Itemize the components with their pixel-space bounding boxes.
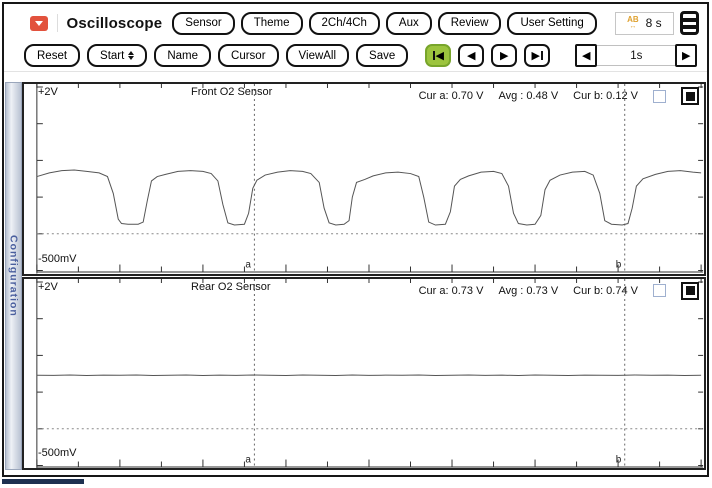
aux-button[interactable]: Aux <box>386 12 432 35</box>
step-back-icon: ◀ <box>467 49 475 62</box>
avg-readout: Avg : 0.73 V <box>498 285 558 297</box>
step-forward-icon: ▶ <box>500 49 508 62</box>
svg-text:b: b <box>616 454 622 465</box>
skip-start-icon <box>433 51 435 60</box>
y-min-label: -500mV <box>38 447 77 459</box>
user-setting-button[interactable]: User Setting <box>507 12 596 35</box>
total-time-display: AB ↔ 8 s <box>615 12 674 35</box>
configuration-tab-label: Configuration <box>8 235 20 317</box>
save-button[interactable]: Save <box>356 44 408 67</box>
cursor-button[interactable]: Cursor <box>218 44 279 67</box>
measurement-row: Cur a: 0.73 V Avg : 0.73 V Cur b: 0.74 V <box>419 282 699 300</box>
skip-to-end-button[interactable]: ▶ <box>524 44 550 67</box>
main-area: Configuration +2V Front O2 Sensor Cur a:… <box>5 82 706 470</box>
channel-title: Rear O2 Sensor <box>191 281 270 293</box>
y-max-label: +2V <box>38 86 58 98</box>
timebase-value: 1s <box>597 45 675 66</box>
skip-end-icon <box>541 51 543 60</box>
menu-icon[interactable] <box>680 11 699 35</box>
toolbar: Reset Start Name Cursor ViewAll Save ◀ ◀… <box>4 40 707 72</box>
name-button[interactable]: Name <box>154 44 211 67</box>
start-button[interactable]: Start <box>87 44 147 67</box>
configuration-tab[interactable]: Configuration <box>5 82 22 470</box>
sensor-button[interactable]: Sensor <box>172 12 234 35</box>
y-min-label: -500mV <box>38 253 77 265</box>
app-title: Oscilloscope <box>67 15 163 32</box>
timebase-group: ◀ 1s ▶ <box>575 44 697 67</box>
bottom-bar-fragment <box>2 479 84 484</box>
channel-panel-front-o2: +2V Front O2 Sensor Cur a: 0.70 V Avg : … <box>22 82 706 276</box>
channel-panel-rear-o2: +2V Rear O2 Sensor Cur a: 0.73 V Avg : 0… <box>22 277 706 471</box>
channel-maximize-button[interactable] <box>681 282 699 300</box>
step-forward-button[interactable]: ▶ <box>491 44 517 67</box>
theme-button[interactable]: Theme <box>241 12 303 35</box>
timebase-decrease-button[interactable]: ◀ <box>575 44 597 67</box>
viewall-button[interactable]: ViewAll <box>286 44 350 67</box>
step-back-button[interactable]: ◀ <box>458 44 484 67</box>
cursor-a-readout: Cur a: 0.70 V <box>419 90 484 102</box>
reset-button[interactable]: Reset <box>24 44 80 67</box>
updown-spinner-icon <box>128 48 134 63</box>
measurement-row: Cur a: 0.70 V Avg : 0.48 V Cur b: 0.12 V <box>419 87 699 105</box>
channel-checkbox[interactable] <box>653 284 666 297</box>
review-button[interactable]: Review <box>438 12 502 35</box>
channel-panels: +2V Front O2 Sensor Cur a: 0.70 V Avg : … <box>22 82 706 470</box>
ab-measure-icon: AB ↔ <box>627 16 639 30</box>
y-max-label: +2V <box>38 281 58 293</box>
total-time-value: 8 s <box>646 16 662 30</box>
cursor-b-readout: Cur b: 0.74 V <box>573 285 638 297</box>
cursor-a-readout: Cur a: 0.73 V <box>419 285 484 297</box>
timebase-increase-button[interactable]: ▶ <box>675 44 697 67</box>
dropdown-icon[interactable] <box>30 16 48 31</box>
oscilloscope-window: Oscilloscope Sensor Theme 2Ch/4Ch Aux Re… <box>2 2 709 477</box>
title-bar: Oscilloscope Sensor Theme 2Ch/4Ch Aux Re… <box>4 4 707 40</box>
plot-area-front-o2[interactable]: ab <box>24 84 704 274</box>
channel-checkbox[interactable] <box>653 90 666 103</box>
avg-readout: Avg : 0.48 V <box>498 90 558 102</box>
svg-text:a: a <box>245 260 251 271</box>
skip-to-start-button[interactable]: ◀ <box>425 44 451 67</box>
channel-title: Front O2 Sensor <box>191 86 272 98</box>
svg-text:b: b <box>616 260 622 271</box>
cursor-b-readout: Cur b: 0.12 V <box>573 90 638 102</box>
svg-text:a: a <box>245 454 251 465</box>
divider <box>57 14 58 32</box>
channel-maximize-button[interactable] <box>681 87 699 105</box>
plot-area-rear-o2[interactable]: ab <box>24 279 704 469</box>
channel-mode-button[interactable]: 2Ch/4Ch <box>309 12 380 35</box>
